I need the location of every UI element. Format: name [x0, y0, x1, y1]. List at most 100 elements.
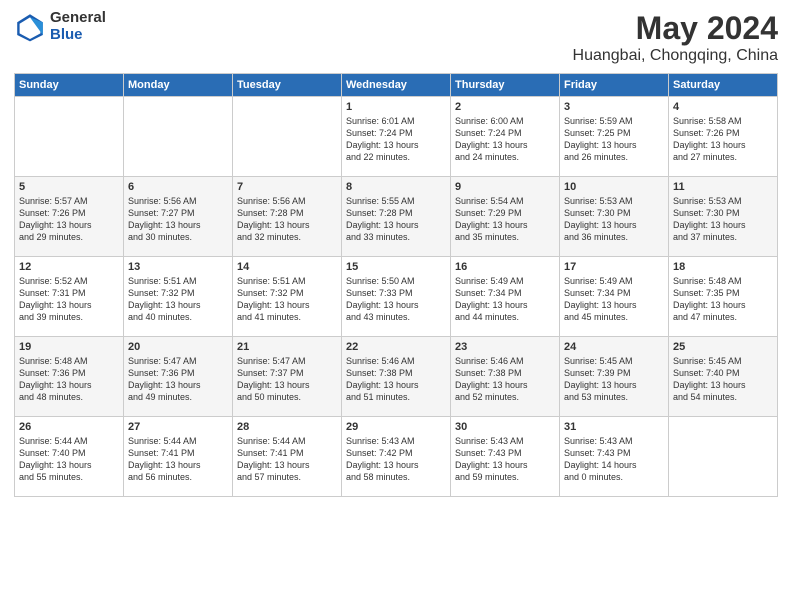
- day-content: Sunrise: 5:51 AM Sunset: 7:32 PM Dayligh…: [128, 275, 228, 324]
- day-content: Sunrise: 5:51 AM Sunset: 7:32 PM Dayligh…: [237, 275, 337, 324]
- logo-blue-text: Blue: [50, 27, 106, 44]
- day-content: Sunrise: 5:57 AM Sunset: 7:26 PM Dayligh…: [19, 195, 119, 244]
- header-row: Sunday Monday Tuesday Wednesday Thursday…: [15, 74, 778, 97]
- week-row-0: 1 Sunrise: 6:01 AM Sunset: 7:24 PM Daylig…: [15, 97, 778, 177]
- day-number: 2: [455, 101, 555, 113]
- calendar-cell: 26Sunrise: 5:44 AM Sunset: 7:40 PM Dayli…: [15, 417, 124, 497]
- main-title: May 2024: [573, 10, 778, 47]
- day-content: Sunrise: 5:45 AM Sunset: 7:40 PM Dayligh…: [673, 355, 773, 404]
- day-number: 31: [564, 421, 664, 433]
- calendar-cell: 5Sunrise: 5:57 AM Sunset: 7:26 PM Daylig…: [15, 177, 124, 257]
- day-content: Sunrise: 5:43 AM Sunset: 7:43 PM Dayligh…: [564, 435, 664, 484]
- calendar-cell: 24 Sunrise: 5:45 AM Sunset: 7:39 PM Dayli…: [560, 337, 669, 417]
- day-content: Sunrise: 5:43 AM Sunset: 7:42 PM Dayligh…: [346, 435, 446, 484]
- calendar-cell: 29 Sunrise: 5:43 AM Sunset: 7:42 PM Dayli…: [342, 417, 451, 497]
- day-content: Sunrise: 5:49 AM Sunset: 7:34 PM Dayligh…: [455, 275, 555, 324]
- calendar-cell: 18 Sunrise: 5:48 AM Sunset: 7:35 PM Dayli…: [669, 257, 778, 337]
- day-content: Sunrise: 5:56 AM Sunset: 7:28 PM Dayligh…: [237, 195, 337, 244]
- calendar-cell: 7 Sunrise: 5:56 AM Sunset: 7:28 PM Daylig…: [233, 177, 342, 257]
- calendar-cell: 3 Sunrise: 5:59 AM Sunset: 7:25 PM Daylig…: [560, 97, 669, 177]
- col-wednesday: Wednesday: [342, 74, 451, 97]
- day-number: 16: [455, 261, 555, 273]
- day-number: 27: [128, 421, 228, 433]
- day-content: Sunrise: 5:54 AM Sunset: 7:29 PM Dayligh…: [455, 195, 555, 244]
- day-number: 10: [564, 181, 664, 193]
- day-content: Sunrise: 5:53 AM Sunset: 7:30 PM Dayligh…: [673, 195, 773, 244]
- day-content: Sunrise: 5:47 AM Sunset: 7:36 PM Dayligh…: [128, 355, 228, 404]
- day-number: 9: [455, 181, 555, 193]
- calendar-cell: 21Sunrise: 5:47 AM Sunset: 7:37 PM Dayli…: [233, 337, 342, 417]
- day-content: Sunrise: 5:47 AM Sunset: 7:37 PM Dayligh…: [237, 355, 337, 404]
- day-content: Sunrise: 5:48 AM Sunset: 7:36 PM Dayligh…: [19, 355, 119, 404]
- day-number: 12: [19, 261, 119, 273]
- col-saturday: Saturday: [669, 74, 778, 97]
- day-content: Sunrise: 5:44 AM Sunset: 7:41 PM Dayligh…: [128, 435, 228, 484]
- day-number: 19: [19, 341, 119, 353]
- day-number: 29: [346, 421, 446, 433]
- calendar-table: Sunday Monday Tuesday Wednesday Thursday…: [14, 73, 778, 497]
- calendar-cell: [233, 97, 342, 177]
- calendar-cell: [669, 417, 778, 497]
- calendar-cell: 12 Sunrise: 5:52 AM Sunset: 7:31 PM Dayli…: [15, 257, 124, 337]
- day-content: Sunrise: 6:00 AM Sunset: 7:24 PM Dayligh…: [455, 115, 555, 164]
- sub-title: Huangbai, Chongqing, China: [573, 47, 778, 65]
- calendar-cell: 10Sunrise: 5:53 AM Sunset: 7:30 PM Dayli…: [560, 177, 669, 257]
- day-content: Sunrise: 5:59 AM Sunset: 7:25 PM Dayligh…: [564, 115, 664, 164]
- day-content: Sunrise: 5:46 AM Sunset: 7:38 PM Dayligh…: [455, 355, 555, 404]
- day-number: 1: [346, 101, 446, 113]
- day-number: 3: [564, 101, 664, 113]
- col-monday: Monday: [124, 74, 233, 97]
- calendar-cell: 31 Sunrise: 5:43 AM Sunset: 7:43 PM Dayli…: [560, 417, 669, 497]
- logo: General Blue: [14, 10, 106, 43]
- calendar-cell: 17 Sunrise: 5:49 AM Sunset: 7:34 PM Dayli…: [560, 257, 669, 337]
- calendar-cell: 11Sunrise: 5:53 AM Sunset: 7:30 PM Dayli…: [669, 177, 778, 257]
- calendar-cell: 14Sunrise: 5:51 AM Sunset: 7:32 PM Dayli…: [233, 257, 342, 337]
- logo-text: General Blue: [50, 10, 106, 43]
- day-content: Sunrise: 5:48 AM Sunset: 7:35 PM Dayligh…: [673, 275, 773, 324]
- col-tuesday: Tuesday: [233, 74, 342, 97]
- day-content: Sunrise: 5:45 AM Sunset: 7:39 PM Dayligh…: [564, 355, 664, 404]
- day-content: Sunrise: 5:52 AM Sunset: 7:31 PM Dayligh…: [19, 275, 119, 324]
- calendar-cell: 1 Sunrise: 6:01 AM Sunset: 7:24 PM Daylig…: [342, 97, 451, 177]
- day-number: 15: [346, 261, 446, 273]
- calendar-cell: 19 Sunrise: 5:48 AM Sunset: 7:36 PM Dayli…: [15, 337, 124, 417]
- day-number: 17: [564, 261, 664, 273]
- day-content: Sunrise: 5:44 AM Sunset: 7:41 PM Dayligh…: [237, 435, 337, 484]
- col-thursday: Thursday: [451, 74, 560, 97]
- week-row-4: 26Sunrise: 5:44 AM Sunset: 7:40 PM Dayli…: [15, 417, 778, 497]
- day-number: 22: [346, 341, 446, 353]
- title-block: May 2024 Huangbai, Chongqing, China: [573, 10, 778, 65]
- calendar-cell: 4Sunrise: 5:58 AM Sunset: 7:26 PM Daylig…: [669, 97, 778, 177]
- logo-general-text: General: [50, 10, 106, 27]
- day-number: 24: [564, 341, 664, 353]
- day-number: 8: [346, 181, 446, 193]
- day-number: 30: [455, 421, 555, 433]
- day-content: Sunrise: 6:01 AM Sunset: 7:24 PM Dayligh…: [346, 115, 446, 164]
- col-friday: Friday: [560, 74, 669, 97]
- day-number: 13: [128, 261, 228, 273]
- calendar-cell: 23 Sunrise: 5:46 AM Sunset: 7:38 PM Dayli…: [451, 337, 560, 417]
- week-row-1: 5Sunrise: 5:57 AM Sunset: 7:26 PM Daylig…: [15, 177, 778, 257]
- day-content: Sunrise: 5:50 AM Sunset: 7:33 PM Dayligh…: [346, 275, 446, 324]
- day-content: Sunrise: 5:43 AM Sunset: 7:43 PM Dayligh…: [455, 435, 555, 484]
- calendar-cell: 8Sunrise: 5:55 AM Sunset: 7:28 PM Daylig…: [342, 177, 451, 257]
- day-number: 25: [673, 341, 773, 353]
- week-row-3: 19 Sunrise: 5:48 AM Sunset: 7:36 PM Dayli…: [15, 337, 778, 417]
- calendar-cell: [124, 97, 233, 177]
- day-content: Sunrise: 5:56 AM Sunset: 7:27 PM Dayligh…: [128, 195, 228, 244]
- day-number: 23: [455, 341, 555, 353]
- calendar-cell: 16 Sunrise: 5:49 AM Sunset: 7:34 PM Dayli…: [451, 257, 560, 337]
- calendar-cell: 2 Sunrise: 6:00 AM Sunset: 7:24 PM Daylig…: [451, 97, 560, 177]
- day-number: 26: [19, 421, 119, 433]
- week-row-2: 12 Sunrise: 5:52 AM Sunset: 7:31 PM Dayli…: [15, 257, 778, 337]
- page: General Blue May 2024 Huangbai, Chongqin…: [0, 0, 792, 612]
- day-content: Sunrise: 5:49 AM Sunset: 7:34 PM Dayligh…: [564, 275, 664, 324]
- calendar-cell: 22 Sunrise: 5:46 AM Sunset: 7:38 PM Dayli…: [342, 337, 451, 417]
- day-number: 20: [128, 341, 228, 353]
- day-number: 7: [237, 181, 337, 193]
- day-number: 4: [673, 101, 773, 113]
- day-number: 18: [673, 261, 773, 273]
- logo-icon: [14, 11, 46, 43]
- day-content: Sunrise: 5:46 AM Sunset: 7:38 PM Dayligh…: [346, 355, 446, 404]
- calendar-cell: 9 Sunrise: 5:54 AM Sunset: 7:29 PM Daylig…: [451, 177, 560, 257]
